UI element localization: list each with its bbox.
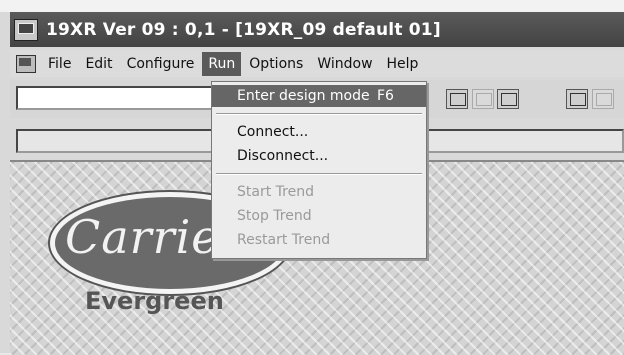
- app-icon[interactable]: [14, 18, 38, 41]
- menu-item-disconnect[interactable]: Disconnect...: [212, 145, 426, 167]
- menu-item-label: Disconnect...: [237, 148, 329, 164]
- menu-item-start-trend: Start Trend: [212, 181, 426, 203]
- run-dropdown-menu: Enter design mode F6 Connect... Disconne…: [211, 81, 427, 259]
- menu-item-accelerator: F6: [377, 88, 394, 104]
- menu-item-enter-design-mode[interactable]: Enter design mode F6: [212, 85, 426, 107]
- menu-item-label: Start Trend: [237, 184, 314, 200]
- open-folder-button[interactable]: [446, 89, 468, 109]
- screens-icon: [570, 93, 586, 106]
- menu-run[interactable]: Run: [202, 51, 242, 76]
- toolbar-input[interactable]: [16, 86, 221, 110]
- menu-file[interactable]: File: [42, 52, 77, 76]
- menu-window[interactable]: Window: [311, 52, 378, 76]
- menu-item-label: Stop Trend: [237, 208, 312, 224]
- edit-button[interactable]: [497, 89, 519, 109]
- open-folder-icon: [450, 93, 466, 106]
- menu-item-label: Enter design mode: [237, 88, 370, 104]
- menu-options[interactable]: Options: [243, 52, 309, 76]
- menu-edit[interactable]: Edit: [79, 52, 118, 76]
- menu-item-connect[interactable]: Connect...: [212, 121, 426, 143]
- menu-configure[interactable]: Configure: [121, 52, 201, 76]
- screens-button[interactable]: [566, 89, 588, 109]
- menu-bar: File Edit Configure Run Options Window H…: [10, 50, 624, 77]
- menu-help[interactable]: Help: [381, 52, 425, 76]
- application-window: 19XR Ver 09 : 0,1 - [19XR_09 default 01]…: [0, 0, 624, 355]
- edit-icon: [501, 93, 517, 106]
- menu-item-stop-trend: Stop Trend: [212, 205, 426, 227]
- blank-doc-button: [472, 89, 494, 109]
- window-title: 19XR Ver 09 : 0,1 - [19XR_09 default 01]: [46, 19, 441, 40]
- window-top-edge: [0, 0, 624, 12]
- product-name: Evergreen: [85, 287, 224, 315]
- menu-item-label: Connect...: [237, 124, 309, 140]
- system-menu-icon[interactable]: [16, 54, 36, 73]
- menu-item-restart-trend: Restart Trend: [212, 229, 426, 251]
- blank-doc-icon: [476, 93, 492, 106]
- menu-separator: [216, 173, 422, 175]
- menu-item-label: Restart Trend: [237, 232, 331, 248]
- screens-disabled-button: [592, 89, 614, 109]
- screens-disabled-icon: [596, 93, 612, 106]
- title-bar[interactable]: 19XR Ver 09 : 0,1 - [19XR_09 default 01]: [10, 12, 624, 47]
- menu-separator: [216, 113, 422, 115]
